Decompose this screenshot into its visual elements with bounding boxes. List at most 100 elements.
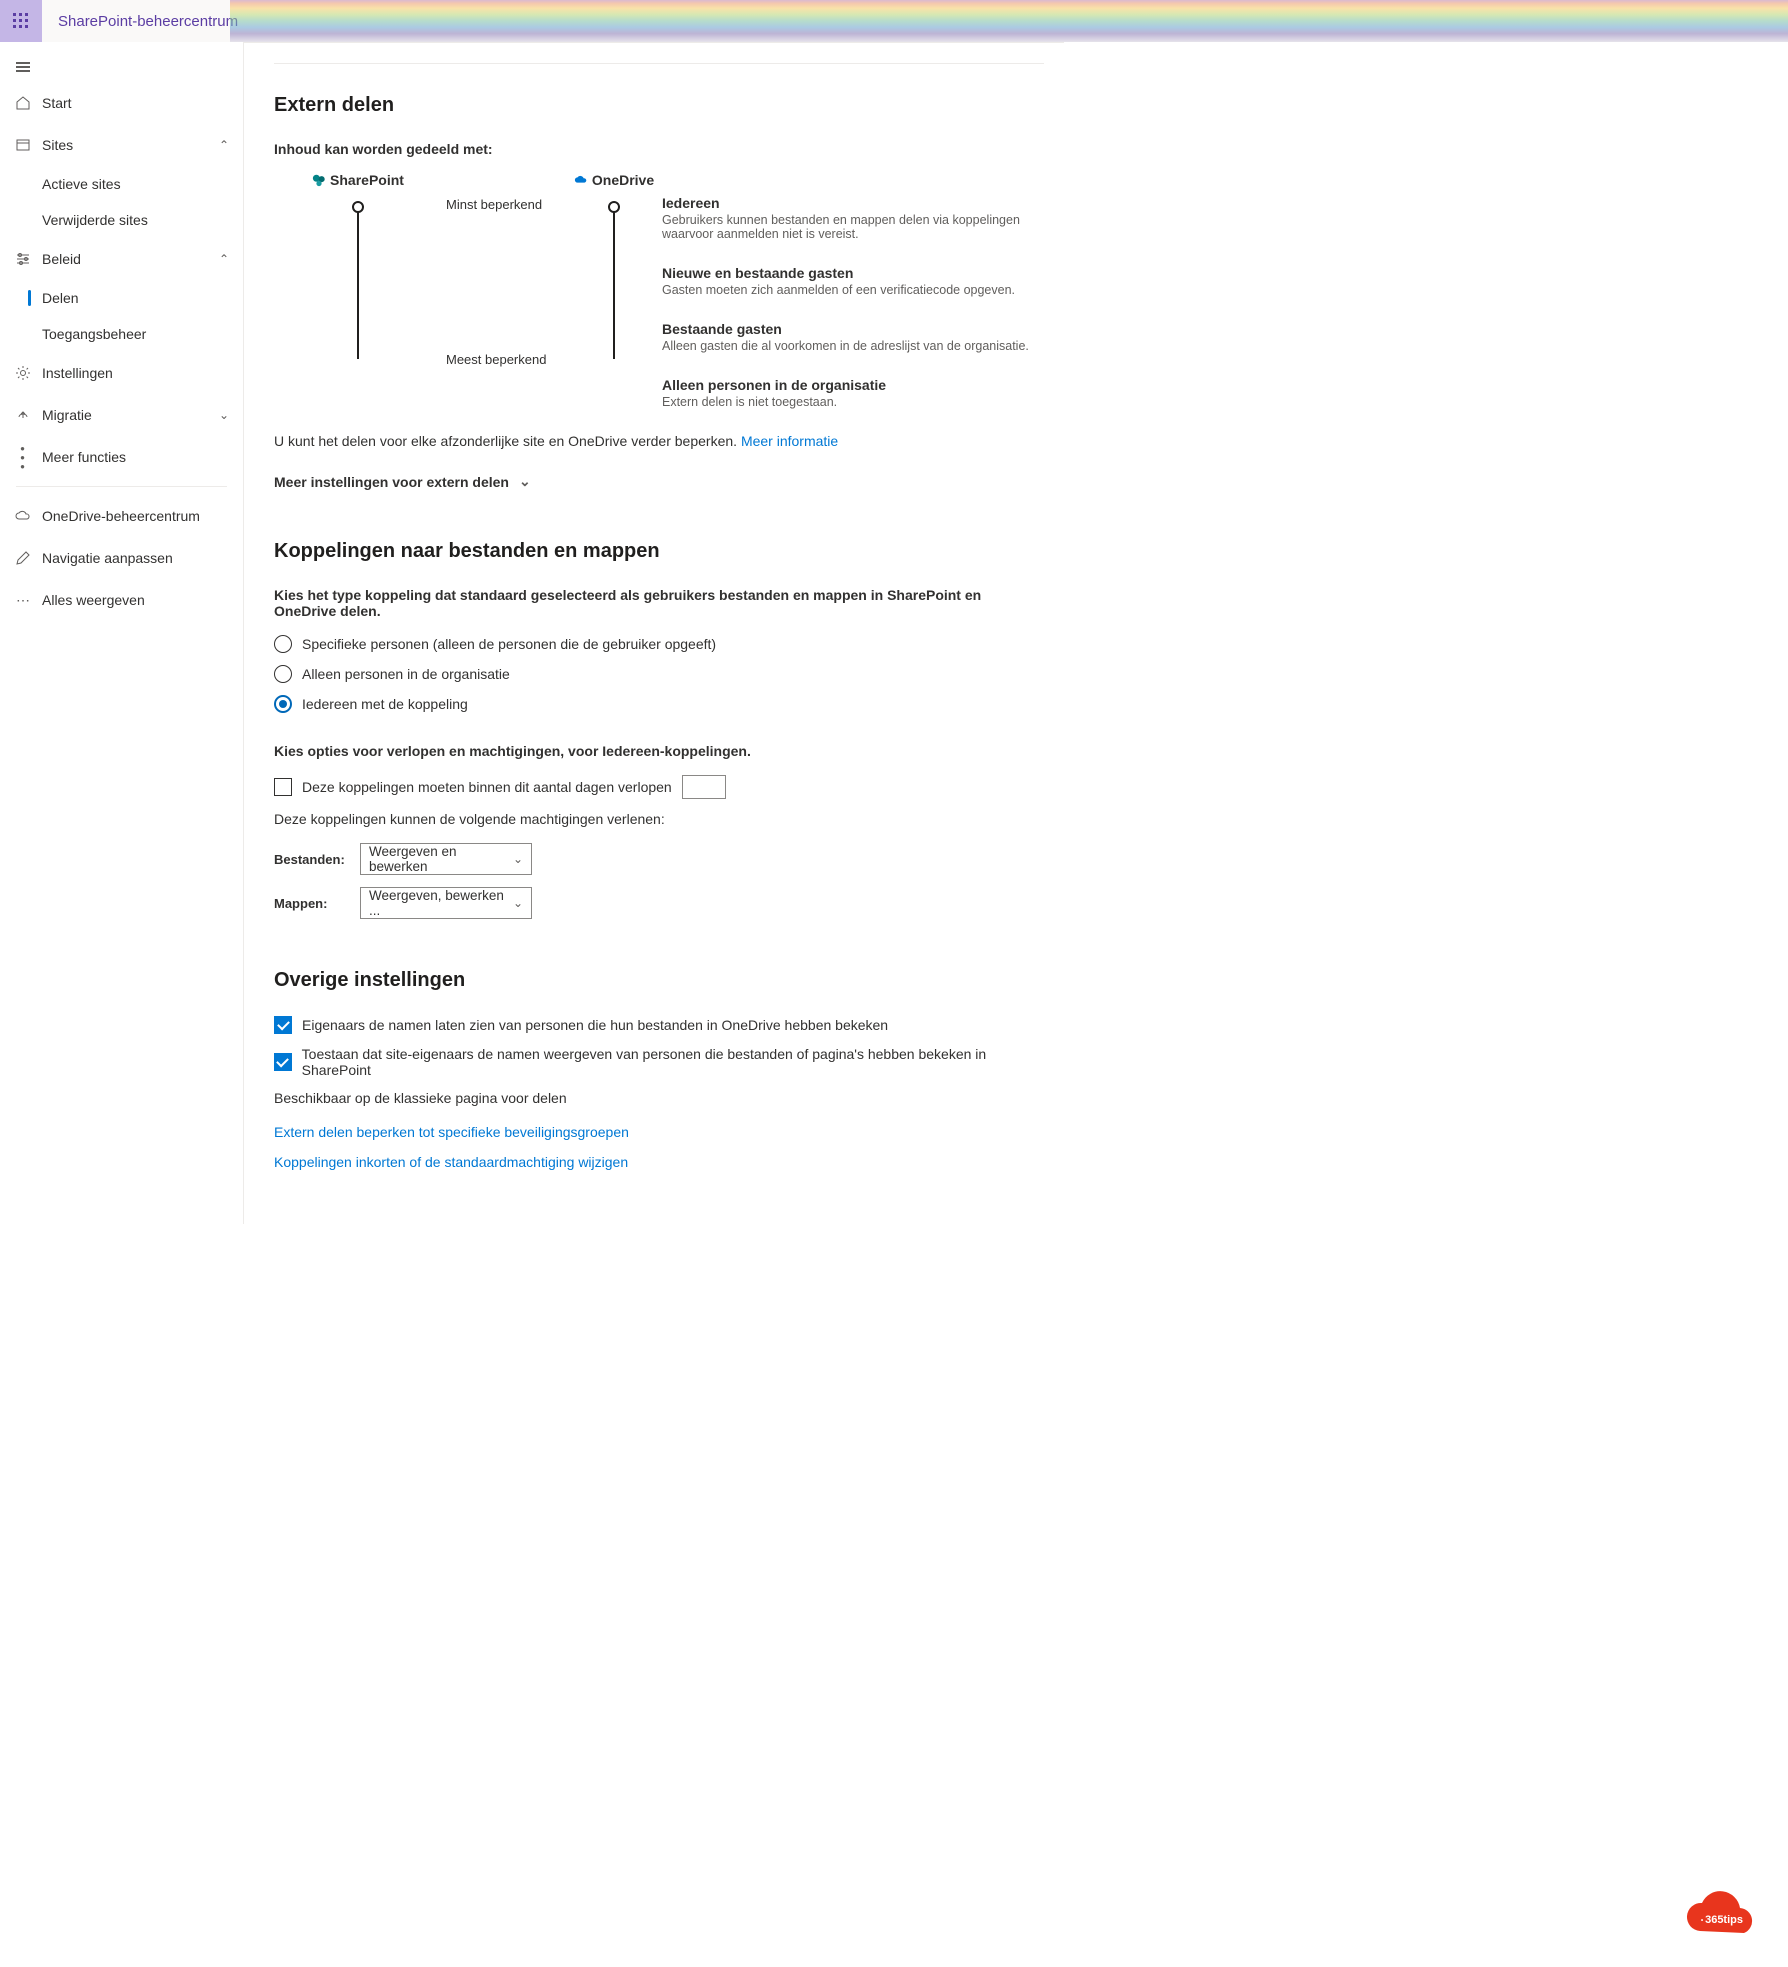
migration-icon — [14, 406, 32, 424]
radio-org-only-input[interactable] — [274, 665, 292, 683]
chevron-down-icon: ⌄ — [513, 852, 523, 866]
nav-active-sites-label: Actieve sites — [42, 176, 121, 192]
app-launcher-button[interactable] — [0, 0, 42, 42]
level-org-only-title: Alleen personen in de organisatie — [662, 377, 1044, 393]
nav-settings[interactable]: Instellingen — [0, 352, 243, 394]
level-org-only: Alleen personen in de organisatie Extern… — [662, 377, 1044, 409]
chevron-down-icon: ⌄ — [513, 896, 523, 910]
links-description: Kies het type koppeling dat standaard ge… — [274, 587, 1044, 619]
checkbox-owners-onedrive-label: Eigenaars de namen laten zien van person… — [302, 1017, 888, 1033]
radio-anyone-link[interactable]: Iedereen met de koppeling — [274, 695, 1044, 713]
level-new-guests: Nieuwe en bestaande gasten Gasten moeten… — [662, 265, 1044, 297]
header-bar: SharePoint-beheercentrum — [0, 0, 1788, 42]
office-icon — [1701, 1919, 1703, 1921]
pencil-icon — [14, 549, 32, 567]
radio-org-only-label: Alleen personen in de organisatie — [302, 666, 510, 682]
sidebar: Start Sites ⌃ Actieve sites Verwijderde … — [0, 42, 244, 1224]
sharepoint-label: SharePoint — [330, 172, 404, 188]
nav-divider — [16, 486, 227, 487]
folders-perm-label: Mappen: — [274, 896, 346, 911]
nav-onedrive-admin-label: OneDrive-beheercentrum — [42, 508, 229, 524]
nav-sites-label: Sites — [42, 137, 219, 153]
restriction-note: U kunt het delen voor elke afzonderlijke… — [274, 433, 1044, 449]
level-existing-guests-sub: Alleen gasten die al voorkomen in de adr… — [662, 339, 1044, 353]
level-existing-guests: Bestaande gasten Alleen gasten die al vo… — [662, 321, 1044, 353]
sharepoint-slider-column: SharePoint — [278, 169, 438, 367]
nav-deleted-sites[interactable]: Verwijderde sites — [0, 202, 243, 238]
link-shorten-links[interactable]: Koppelingen inkorten of de standaardmach… — [274, 1154, 1044, 1170]
level-anyone-sub: Gebruikers kunnen bestanden en mappen de… — [662, 213, 1044, 241]
nav-more-features-label: Meer functies — [42, 449, 229, 465]
nav-active-sites[interactable]: Actieve sites — [0, 166, 243, 202]
onedrive-slider-column: OneDrive — [574, 169, 654, 367]
expire-days-input[interactable] — [682, 775, 726, 799]
radio-anyone-link-input[interactable] — [274, 695, 292, 713]
radio-anyone-link-label: Iedereen met de koppeling — [302, 696, 468, 712]
checkbox-expire-links[interactable] — [274, 778, 292, 796]
ellipsis-icon: ●●● — [14, 448, 32, 466]
checkbox-owners-onedrive[interactable] — [274, 1016, 292, 1034]
policy-icon — [14, 250, 32, 268]
onedrive-icon — [574, 173, 588, 187]
nav-sharing-label: Delen — [42, 290, 79, 306]
onedrive-slider-handle[interactable] — [608, 201, 620, 213]
sharepoint-slider-handle[interactable] — [352, 201, 364, 213]
least-restrictive-label: Minst beperkend — [446, 197, 566, 212]
sharepoint-icon — [312, 173, 326, 187]
nav-sharing[interactable]: Delen — [0, 280, 243, 316]
onedrive-label: OneDrive — [592, 172, 654, 188]
files-permission-value: Weergeven en bewerken — [369, 844, 513, 874]
radio-specific-people-input[interactable] — [274, 635, 292, 653]
ellipsis-icon: ⋯ — [14, 591, 32, 609]
nav-policy-label: Beleid — [42, 251, 219, 267]
main-content: Extern delen Inhoud kan worden gedeeld m… — [244, 42, 1064, 1224]
nav-sites[interactable]: Sites ⌃ — [0, 124, 243, 166]
nav-home-label: Start — [42, 95, 229, 111]
level-anyone-title: Iedereen — [662, 195, 1044, 211]
365tips-badge[interactable]: 365tips — [1680, 1891, 1764, 1943]
level-new-guests-sub: Gasten moeten zich aanmelden of een veri… — [662, 283, 1044, 297]
radio-specific-people[interactable]: Specifieke personen (alleen de personen … — [274, 635, 1044, 653]
rainbow-decoration — [230, 0, 1788, 42]
links-heading: Koppelingen naar bestanden en mappen — [274, 540, 1044, 563]
restriction-note-text: U kunt het delen voor elke afzonderlijke… — [274, 433, 737, 449]
nav-home[interactable]: Start — [0, 82, 243, 124]
nav-customize-label: Navigatie aanpassen — [42, 550, 229, 566]
nav-migration[interactable]: Migratie ⌄ — [0, 394, 243, 436]
checkbox-owners-sharepoint-label: Toestaan dat site-eigenaars de namen wee… — [302, 1046, 1044, 1078]
folders-permission-dropdown[interactable]: Weergeven, bewerken ... ⌄ — [360, 887, 532, 919]
radio-org-only[interactable]: Alleen personen in de organisatie — [274, 665, 1044, 683]
level-org-only-sub: Extern delen is niet toegestaan. — [662, 395, 1044, 409]
level-existing-guests-title: Bestaande gasten — [662, 321, 1044, 337]
chevron-up-icon: ⌃ — [219, 252, 229, 266]
nav-onedrive-admin[interactable]: OneDrive-beheercentrum — [0, 495, 243, 537]
nav-customize[interactable]: Navigatie aanpassen — [0, 537, 243, 579]
cloud-icon — [14, 507, 32, 525]
expire-heading: Kies opties voor verlopen en machtiginge… — [274, 743, 1044, 759]
radio-specific-people-label: Specifieke personen (alleen de personen … — [302, 636, 716, 652]
sites-icon — [14, 136, 32, 154]
checkbox-expire-links-label: Deze koppelingen moeten binnen dit aanta… — [302, 779, 672, 795]
chevron-down-icon: ⌄ — [519, 473, 531, 490]
section-divider — [274, 63, 1044, 64]
nav-policy[interactable]: Beleid ⌃ — [0, 238, 243, 280]
checkbox-owners-sharepoint[interactable] — [274, 1053, 292, 1071]
nav-migration-label: Migratie — [42, 407, 219, 423]
nav-access[interactable]: Toegangsbeheer — [0, 316, 243, 352]
badge-text: 365tips — [1705, 1914, 1743, 1926]
content-shared-with-label: Inhoud kan worden gedeeld met: — [274, 141, 1044, 157]
hamburger-button[interactable] — [0, 52, 243, 82]
gear-icon — [14, 364, 32, 382]
home-icon — [14, 94, 32, 112]
nav-deleted-sites-label: Verwijderde sites — [42, 212, 148, 228]
nav-more-features[interactable]: ●●● Meer functies — [0, 436, 243, 478]
more-info-link[interactable]: Meer informatie — [741, 433, 838, 449]
external-sharing-heading: Extern delen — [274, 94, 1044, 117]
permissions-intro: Deze koppelingen kunnen de volgende mach… — [274, 811, 1044, 827]
slider-endpoint-labels: Minst beperkend Meest beperkend — [446, 197, 566, 367]
nav-show-all[interactable]: ⋯ Alles weergeven — [0, 579, 243, 621]
more-external-settings-expander[interactable]: Meer instellingen voor extern delen ⌄ — [274, 473, 1044, 490]
link-restrict-groups[interactable]: Extern delen beperken tot specifieke bev… — [274, 1124, 1044, 1140]
files-permission-dropdown[interactable]: Weergeven en bewerken ⌄ — [360, 843, 532, 875]
nav-access-label: Toegangsbeheer — [42, 326, 146, 342]
